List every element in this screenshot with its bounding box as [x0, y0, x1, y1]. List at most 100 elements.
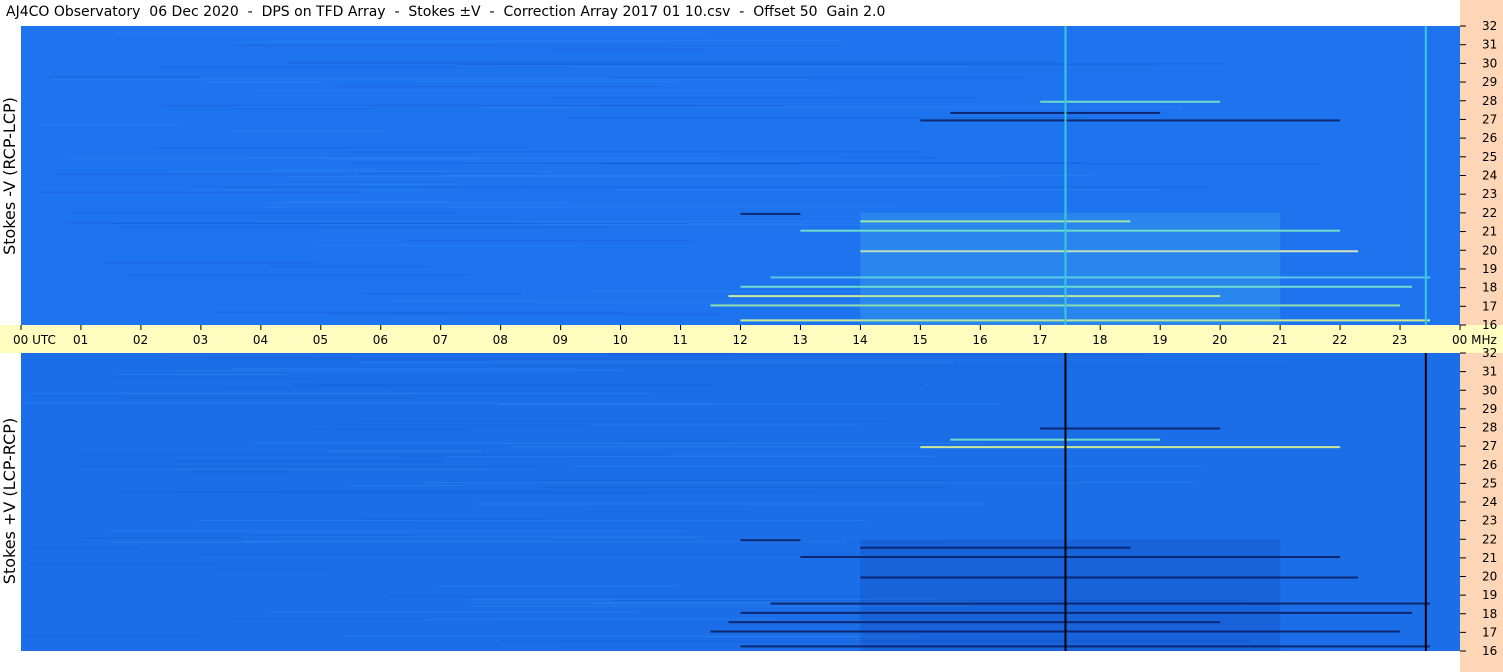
time-tick-label: 22 [1332, 333, 1347, 347]
background-streak [29, 562, 221, 564]
freq-tick-label: 28 [1482, 94, 1497, 108]
time-tick-label: 16 [972, 333, 987, 347]
background-streak [113, 33, 709, 35]
background-streak [324, 158, 480, 160]
background-streak [318, 384, 713, 386]
time-tick-label: 04 [253, 333, 268, 347]
background-streak [464, 160, 801, 162]
freq-tick-label: 30 [1482, 383, 1497, 397]
chart-overlay: 16 17 18 19 20 21 22 23 24 25 26 27 28 29 30 31 32 16 17 18… [13, 19, 1497, 658]
background-streak [519, 186, 1210, 188]
background-streak [108, 541, 846, 543]
background-streak [441, 480, 1078, 482]
time-tick-label: 07 [433, 333, 448, 347]
emission-streak [950, 111, 1161, 114]
background-streak [436, 585, 678, 587]
freq-tick-label: 25 [1482, 476, 1497, 490]
background-streak [66, 157, 848, 159]
background-streak [255, 221, 882, 223]
background-streak [203, 81, 325, 83]
background-streak [386, 313, 721, 315]
background-streak [442, 174, 1094, 176]
background-streak [117, 374, 285, 376]
time-tick-label: 09 [553, 333, 568, 347]
background-streak [612, 76, 1025, 78]
freq-tick-label: 16 [1482, 318, 1497, 332]
background-streak [417, 527, 862, 529]
background-streak [257, 90, 838, 92]
emission-region [860, 212, 1281, 325]
background-streak [353, 162, 1084, 164]
background-streak [608, 354, 1144, 356]
background-streak [206, 358, 738, 360]
background-streak [219, 189, 427, 191]
background-streak [493, 365, 1288, 367]
freq-tick-label: 23 [1482, 187, 1497, 201]
freq-tick-label: 22 [1482, 206, 1497, 220]
background-streak [212, 569, 334, 571]
background-streak [305, 428, 471, 430]
background-streak [268, 40, 846, 42]
background-streak [51, 78, 809, 80]
background-streak [549, 49, 708, 51]
background-streak [22, 636, 344, 638]
time-tick-label: 05 [313, 333, 328, 347]
background-streak [362, 293, 522, 295]
background-streak [293, 383, 924, 385]
background-streak [215, 311, 623, 313]
background-streak [35, 191, 363, 193]
freq-tick-label: 31 [1482, 365, 1497, 379]
background-streak [443, 455, 935, 457]
background-streak [327, 450, 483, 452]
background-streak [415, 80, 679, 82]
background-streak [351, 151, 922, 153]
background-streak [115, 226, 609, 228]
background-streak [594, 105, 700, 107]
background-streak [168, 357, 354, 359]
background-streak [171, 491, 819, 493]
background-streak [234, 45, 496, 47]
background-streak [511, 446, 934, 448]
background-streak [316, 244, 578, 246]
freq-tick-label: 17 [1482, 625, 1497, 639]
time-tick-label: 01 [73, 333, 88, 347]
time-tick-label: 12 [733, 333, 748, 347]
background-streak [191, 471, 292, 473]
freq-tick-label: 20 [1482, 570, 1497, 584]
freq-tick-label: 26 [1482, 131, 1497, 145]
time-tick-label: 06 [373, 333, 388, 347]
time-tick-label: 08 [493, 333, 508, 347]
background-streak [28, 392, 652, 394]
background-streak [128, 274, 469, 276]
background-streak [590, 424, 859, 426]
background-streak [279, 536, 703, 538]
emission-streak [950, 438, 1161, 441]
time-tick-label: 18 [1092, 333, 1107, 347]
background-streak [359, 361, 954, 363]
freq-tick-label: 21 [1482, 225, 1497, 239]
background-streak [170, 468, 489, 470]
background-streak [188, 186, 530, 188]
background-streak [154, 147, 528, 149]
background-streak [557, 641, 818, 643]
background-streak [586, 510, 750, 512]
background-streak [565, 117, 1086, 119]
freq-tick-label: 29 [1482, 75, 1497, 89]
freq-tick-label: 25 [1482, 150, 1497, 164]
background-streak [361, 518, 548, 520]
background-streak [337, 85, 659, 87]
freq-tick-label: 21 [1482, 551, 1497, 565]
background-streak [551, 97, 981, 99]
background-streak [372, 108, 565, 110]
freq-tick-label: 19 [1482, 588, 1497, 602]
freq-tick-label: 18 [1482, 607, 1497, 621]
background-streak [80, 537, 243, 539]
freq-tick-label: 24 [1482, 169, 1497, 183]
emission-streak [740, 539, 801, 542]
freq-tick-label: 19 [1482, 262, 1497, 276]
background-streak [269, 611, 638, 613]
time-tick-label: 13 [792, 333, 807, 347]
freq-tick-label: 23 [1482, 514, 1497, 528]
background-streak [83, 454, 665, 456]
background-streak [458, 64, 1154, 66]
